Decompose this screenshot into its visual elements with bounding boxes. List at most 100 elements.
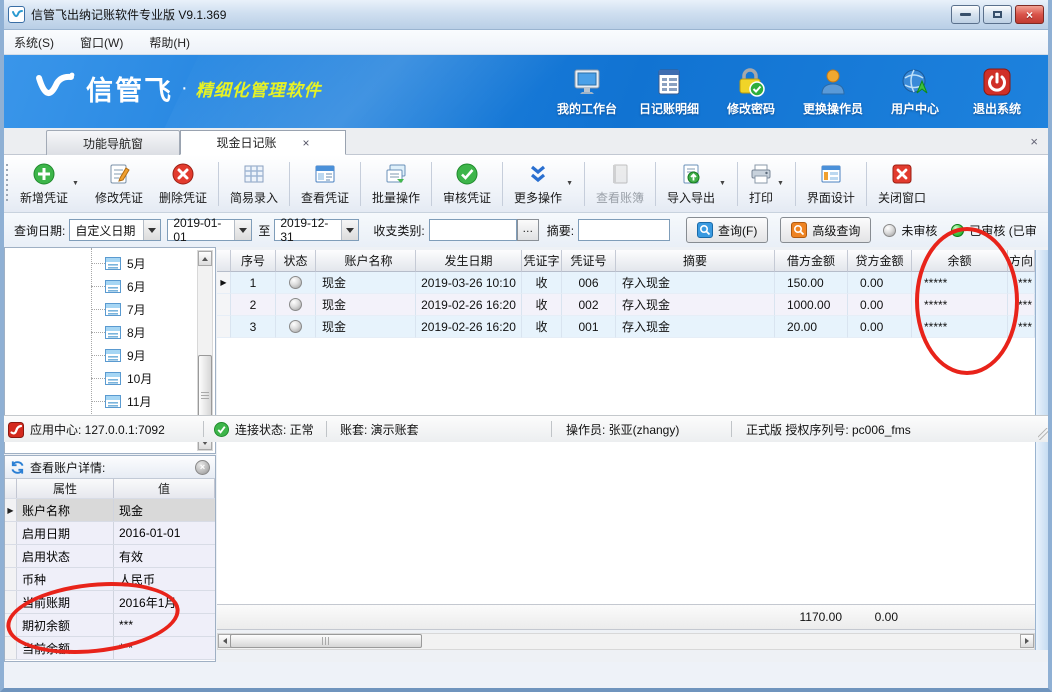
toolbar-grip <box>6 164 8 204</box>
row-marker-icon: ▶ <box>5 499 17 521</box>
date-mode-select[interactable]: 自定义日期 <box>69 219 161 241</box>
tree-item-month-6[interactable]: 6月 <box>91 277 146 295</box>
chevron-down-icon[interactable] <box>143 220 160 240</box>
category-input[interactable] <box>429 219 517 241</box>
dropdown-arrow-icon[interactable]: ▼ <box>566 180 573 187</box>
add-voucher-button[interactable]: 新增凭证 ▼ <box>13 159 86 209</box>
import-export-button[interactable]: 导入导出 ▼ <box>660 159 733 209</box>
tree-item-month-10[interactable]: 10月 <box>91 369 152 387</box>
dropdown-arrow-icon[interactable]: ▼ <box>719 180 726 187</box>
summary-input[interactable] <box>578 219 670 241</box>
toolbar-separator <box>795 162 796 206</box>
audit-check-icon <box>455 162 479 186</box>
menu-window[interactable]: 窗口(W) <box>80 34 123 51</box>
import-export-icon <box>679 162 703 186</box>
to-label: 至 <box>258 222 270 239</box>
double-chevron-down-icon <box>526 162 550 186</box>
edit-voucher-button[interactable]: 修改凭证 <box>88 159 150 209</box>
grid-row[interactable]: 3 现金 2019-02-26 16:20 收 001 存入现金 20.00 0… <box>217 316 1035 338</box>
tab-cash-journal[interactable]: 现金日记账 × <box>180 130 346 155</box>
statusbar-separator <box>203 421 204 437</box>
close-button[interactable]: × <box>1015 5 1044 24</box>
details-close-icon[interactable]: × <box>195 460 210 475</box>
grid-row[interactable]: ▶ 1 现金 2019-03-26 10:10 收 006 存入现金 150.0… <box>217 272 1035 294</box>
toolbar-separator <box>431 162 432 206</box>
status-sphere-icon <box>289 298 302 311</box>
toolbar-separator <box>866 162 867 206</box>
ledger-page-icon <box>105 395 121 408</box>
tab-navigation[interactable]: 功能导航窗 <box>46 130 180 155</box>
query-button[interactable]: 查询(F) <box>686 217 768 243</box>
toolbar-separator <box>289 162 290 206</box>
row-marker-icon: ▶ <box>217 272 231 294</box>
resize-grip[interactable] <box>1038 428 1050 440</box>
scroll-right-icon[interactable] <box>1020 634 1034 648</box>
workbench-button[interactable]: 我的工作台 <box>546 61 628 117</box>
chevron-down-icon[interactable] <box>234 220 251 240</box>
ledger-page-icon <box>105 372 121 385</box>
change-operator-button[interactable]: 更换操作员 <box>792 61 874 117</box>
filter-bar: 查询日期: 自定义日期 2019-01-01 至 2019-12-31 收支类别… <box>0 213 1052 247</box>
operator-status: 操作员: 张亚(zhangy) <box>566 416 679 443</box>
category-lookup-button[interactable]: … <box>517 219 539 241</box>
date-from-select[interactable]: 2019-01-01 <box>167 219 252 241</box>
batch-operation-button[interactable]: 批量操作 <box>365 159 427 209</box>
minimize-button[interactable] <box>951 5 980 24</box>
view-voucher-button[interactable]: 查看凭证 <box>294 159 356 209</box>
view-ledger-button: 查看账簿 <box>589 159 651 209</box>
print-button[interactable]: 打印 ▼ <box>742 159 791 209</box>
toolbar-separator <box>218 162 219 206</box>
exit-button[interactable]: 退出系统 <box>956 61 1038 117</box>
tree-item-month-8[interactable]: 8月 <box>91 323 146 341</box>
tree-item-month-5[interactable]: 5月 <box>91 254 146 272</box>
menu-system[interactable]: 系统(S) <box>14 34 54 51</box>
tabstrip-close-icon[interactable]: × <box>1030 134 1038 149</box>
advanced-query-button[interactable]: 高级查询 <box>780 217 871 243</box>
tree-item-month-11[interactable]: 11月 <box>91 392 151 410</box>
toolbar: 新增凭证 ▼ 修改凭证 删除凭证 <box>0 155 1052 213</box>
chevron-down-icon[interactable] <box>341 220 358 240</box>
details-row[interactable]: 启用状态 有效 <box>5 545 215 568</box>
app-window: 信管飞出纳记账软件专业版 V9.1.369 × 系统(S) 窗口(W) 帮助(H… <box>0 0 1052 692</box>
user-center-button[interactable]: 用户中心 <box>874 61 956 117</box>
toolbar-separator <box>502 162 503 206</box>
menu-help[interactable]: 帮助(H) <box>149 34 190 51</box>
total-debit: 1170.00 <box>775 610 848 624</box>
tree-item-month-7[interactable]: 7月 <box>91 300 146 318</box>
account-set-status: 账套: 演示账套 <box>340 416 419 443</box>
totals-row: 1170.00 0.00 <box>217 604 1035 630</box>
category-label: 收支类别: <box>373 222 424 239</box>
tree-item-month-9[interactable]: 9月 <box>91 346 146 364</box>
brand-logo: 信管飞 · 精细化管理软件 <box>34 69 322 108</box>
toolbar-separator <box>655 162 656 206</box>
grid-row[interactable]: 2 现金 2019-02-26 16:20 收 002 存入现金 1000.00… <box>217 294 1035 316</box>
close-window-button[interactable]: 关闭窗口 <box>871 159 933 209</box>
person-icon <box>818 67 848 97</box>
date-to-select[interactable]: 2019-12-31 <box>274 219 359 241</box>
grid-horizontal-scrollbar[interactable] <box>217 633 1035 650</box>
dropdown-arrow-icon[interactable]: ▼ <box>72 180 79 187</box>
more-operations-button[interactable]: 更多操作 ▼ <box>507 159 580 209</box>
status-sphere-icon <box>289 276 302 289</box>
brand-tagline: 精细化管理软件 <box>196 76 322 101</box>
restore-button[interactable] <box>983 5 1012 24</box>
easy-entry-button[interactable]: 简易录入 <box>223 159 285 209</box>
advanced-search-icon <box>791 222 807 238</box>
scrollbar-thumb[interactable] <box>230 634 422 648</box>
connection-ok-icon <box>214 422 229 437</box>
dropdown-arrow-icon[interactable]: ▼ <box>777 180 784 187</box>
scroll-up-icon[interactable] <box>198 251 212 266</box>
tab-close-icon[interactable]: × <box>303 136 310 150</box>
brand-banner: 信管飞 · 精细化管理软件 我的工作台 <box>0 55 1052 128</box>
details-columns: 属性 值 <box>5 479 215 499</box>
journal-grid: 序号 状态 账户名称 发生日期 凭证字 凭证号 摘要 借方金额 贷方金额 余额 … <box>217 250 1035 338</box>
journal-detail-button[interactable]: 日记账明细 <box>628 61 710 117</box>
refresh-icon[interactable] <box>10 460 25 475</box>
ui-design-button[interactable]: 界面设计 <box>800 159 862 209</box>
change-password-button[interactable]: 修改密码 <box>710 61 792 117</box>
grid-vertical-scrollbar[interactable] <box>1035 250 1048 650</box>
audit-voucher-button[interactable]: 审核凭证 <box>436 159 498 209</box>
delete-voucher-button[interactable]: 删除凭证 <box>152 159 214 209</box>
details-row[interactable]: 启用日期 2016-01-01 <box>5 522 215 545</box>
details-row[interactable]: ▶ 账户名称 现金 <box>5 499 215 522</box>
